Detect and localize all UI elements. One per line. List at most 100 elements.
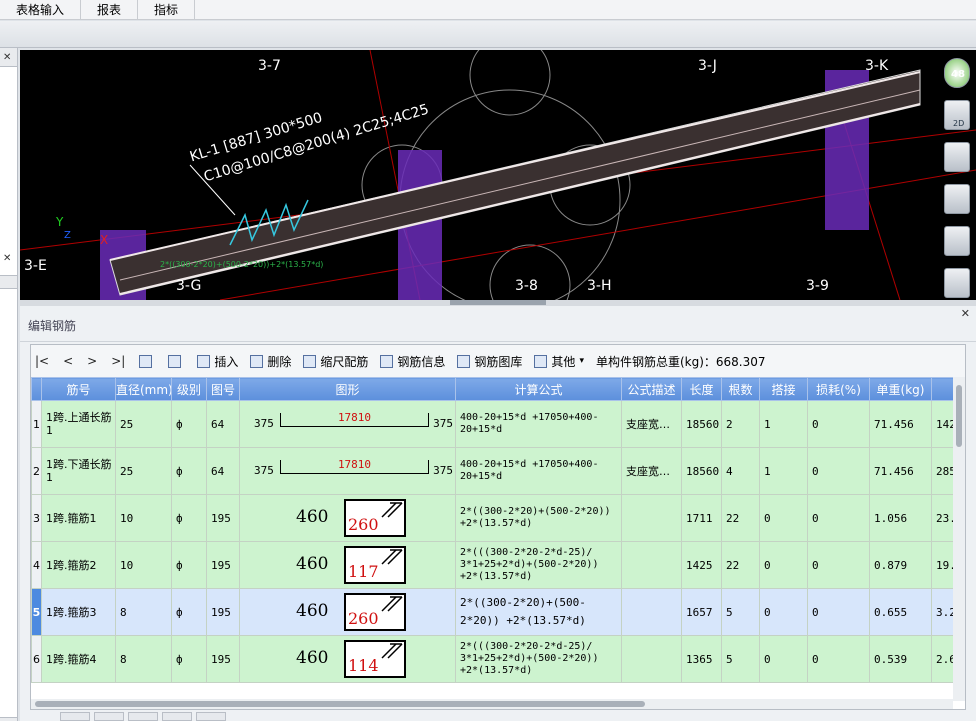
- menu-item-index[interactable]: 指标: [138, 0, 196, 20]
- nav-next-button[interactable]: >: [87, 354, 97, 368]
- cell-total-weight[interactable]: 285.: [931, 447, 953, 495]
- column-header[interactable]: 根数: [721, 377, 760, 401]
- cell-lap[interactable]: 0: [759, 494, 808, 542]
- nav-last-button[interactable]: >|: [111, 354, 125, 368]
- column-header[interactable]: 级别: [171, 377, 207, 401]
- cell-unit-weight[interactable]: 1.056: [869, 494, 932, 542]
- row-number[interactable]: 4: [31, 541, 42, 589]
- bottom-tab[interactable]: [162, 712, 192, 721]
- cell-loss[interactable]: 0: [807, 400, 870, 448]
- cell-shape[interactable]: 460 260: [239, 494, 456, 542]
- cell-formula[interactable]: 400-20+15*d +17050+400-20+15*d: [455, 447, 622, 495]
- cell-length[interactable]: 1711: [681, 494, 722, 542]
- close-icon[interactable]: ✕: [3, 52, 11, 63]
- bottom-tab[interactable]: [128, 712, 158, 721]
- cell-shape[interactable]: 460 114: [239, 635, 456, 683]
- row-number[interactable]: 2: [31, 447, 42, 495]
- insert-button[interactable]: 插入: [197, 353, 238, 370]
- table-row[interactable]: 4 1跨.箍筋2 10 ф 195 460 117 2*(((300-2*20-2*d-25)…: [31, 541, 953, 589]
- cell-rebar-name[interactable]: 1跨.上通长筋1: [41, 400, 116, 448]
- cell-diameter[interactable]: 25: [115, 447, 172, 495]
- cell-shape[interactable]: 460 117: [239, 541, 456, 589]
- cell-grade[interactable]: ф: [171, 447, 207, 495]
- cell-grade[interactable]: ф: [171, 635, 207, 683]
- cell-formula[interactable]: 2*((300-2*20)+(500-2*20)) +2*(13.57*d): [455, 494, 622, 542]
- cell-grade[interactable]: ф: [171, 400, 207, 448]
- vertical-scrollbar[interactable]: [953, 377, 965, 701]
- cell-shape[interactable]: 375 17810 375: [239, 400, 456, 448]
- cell-loss[interactable]: 0: [807, 588, 870, 636]
- cell-shape[interactable]: 460 260: [239, 588, 456, 636]
- cell-loss[interactable]: 0: [807, 635, 870, 683]
- menu-item-report[interactable]: 报表: [81, 0, 139, 20]
- 3d-box-icon[interactable]: [944, 142, 970, 172]
- cell-lap[interactable]: 0: [759, 635, 808, 683]
- cell-figure-no[interactable]: 64: [206, 400, 240, 448]
- cell-unit-weight[interactable]: 0.655: [869, 588, 932, 636]
- cell-count[interactable]: 5: [721, 635, 760, 683]
- cell-length[interactable]: 1365: [681, 635, 722, 683]
- cell-formula-desc[interactable]: [621, 635, 682, 683]
- cell-figure-no[interactable]: 64: [206, 447, 240, 495]
- cell-loss[interactable]: 0: [807, 541, 870, 589]
- cell-grade[interactable]: ф: [171, 588, 207, 636]
- cell-total-weight[interactable]: 2.6: [931, 635, 953, 683]
- cell-shape[interactable]: 375 17810 375: [239, 447, 456, 495]
- row-number[interactable]: 3: [31, 494, 42, 542]
- cell-formula-desc[interactable]: 支座宽…: [621, 400, 682, 448]
- cell-length[interactable]: 18560: [681, 400, 722, 448]
- cell-formula-desc[interactable]: [621, 494, 682, 542]
- cell-formula-desc[interactable]: 支座宽…: [621, 447, 682, 495]
- bottom-tab[interactable]: [94, 712, 124, 721]
- cell-diameter[interactable]: 10: [115, 494, 172, 542]
- cell-count[interactable]: 4: [721, 447, 760, 495]
- cell-total-weight[interactable]: 142.: [931, 400, 953, 448]
- splitter-grip[interactable]: [450, 300, 546, 305]
- nav-prev-button[interactable]: <: [63, 354, 73, 368]
- cell-figure-no[interactable]: 195: [206, 588, 240, 636]
- cell-formula-desc[interactable]: [621, 588, 682, 636]
- cell-count[interactable]: 2: [721, 400, 760, 448]
- column-header[interactable]: 直径(mm): [115, 377, 172, 401]
- column-header[interactable]: 公式描述: [621, 377, 682, 401]
- cell-rebar-name[interactable]: 1跨.箍筋4: [41, 635, 116, 683]
- cell-formula-desc[interactable]: [621, 541, 682, 589]
- bottom-tab[interactable]: [196, 712, 226, 721]
- table-row[interactable]: 3 1跨.箍筋1 10 ф 195 460 260 2*((300-2*20)+(500-2*…: [31, 494, 953, 542]
- cell-lap[interactable]: 0: [759, 541, 808, 589]
- cell-rebar-name[interactable]: 1跨.箍筋1: [41, 494, 116, 542]
- cell-total-weight[interactable]: 19.: [931, 541, 953, 589]
- cell-diameter[interactable]: 10: [115, 541, 172, 589]
- cell-unit-weight[interactable]: 0.879: [869, 541, 932, 589]
- cell-length[interactable]: 1425: [681, 541, 722, 589]
- cell-formula[interactable]: 2*(((300-2*20-2*d-25)/ 3*1+25+2*d)+(500-…: [455, 541, 622, 589]
- close-icon[interactable]: ✕: [961, 294, 970, 334]
- rotate-icon[interactable]: [944, 226, 970, 256]
- rebar-info-button[interactable]: 钢筋信息: [380, 353, 445, 370]
- move-up-button[interactable]: [139, 354, 156, 368]
- row-number[interactable]: 1: [31, 400, 42, 448]
- cell-loss[interactable]: 0: [807, 494, 870, 542]
- cell-lap[interactable]: 1: [759, 400, 808, 448]
- menu-item-table-input[interactable]: 表格输入: [0, 0, 82, 20]
- column-header[interactable]: 筋号: [41, 377, 116, 401]
- column-header[interactable]: 搭接: [759, 377, 808, 401]
- delete-button[interactable]: 删除: [250, 353, 291, 370]
- cell-grade[interactable]: ф: [171, 541, 207, 589]
- cell-grade[interactable]: ф: [171, 494, 207, 542]
- cell-formula[interactable]: 400-20+15*d +17050+400-20+15*d: [455, 400, 622, 448]
- table-row[interactable]: 5 1跨.箍筋3 8 ф 195 460 260 2*((300-2*20)+(500-2*2…: [31, 588, 953, 636]
- other-menu-button[interactable]: 其他 ▾: [534, 353, 584, 370]
- cell-figure-no[interactable]: 195: [206, 635, 240, 683]
- column-header[interactable]: 计算公式: [455, 377, 622, 401]
- cell-rebar-name[interactable]: 1跨.箍筋2: [41, 541, 116, 589]
- cell-count[interactable]: 5: [721, 588, 760, 636]
- column-header[interactable]: 损耗(%): [807, 377, 870, 401]
- 2d-view-button[interactable]: 2D: [944, 100, 970, 130]
- cell-loss[interactable]: 0: [807, 447, 870, 495]
- cell-figure-no[interactable]: 195: [206, 494, 240, 542]
- cell-rebar-name[interactable]: 1跨.箍筋3: [41, 588, 116, 636]
- table-row[interactable]: 6 1跨.箍筋4 8 ф 195 460 114 2*(((300-2*20-2*d-25)/…: [31, 635, 953, 683]
- cell-formula[interactable]: 2*(((300-2*20-2*d-25)/ 3*1+25+2*d)+(500-…: [455, 635, 622, 683]
- cell-figure-no[interactable]: 195: [206, 541, 240, 589]
